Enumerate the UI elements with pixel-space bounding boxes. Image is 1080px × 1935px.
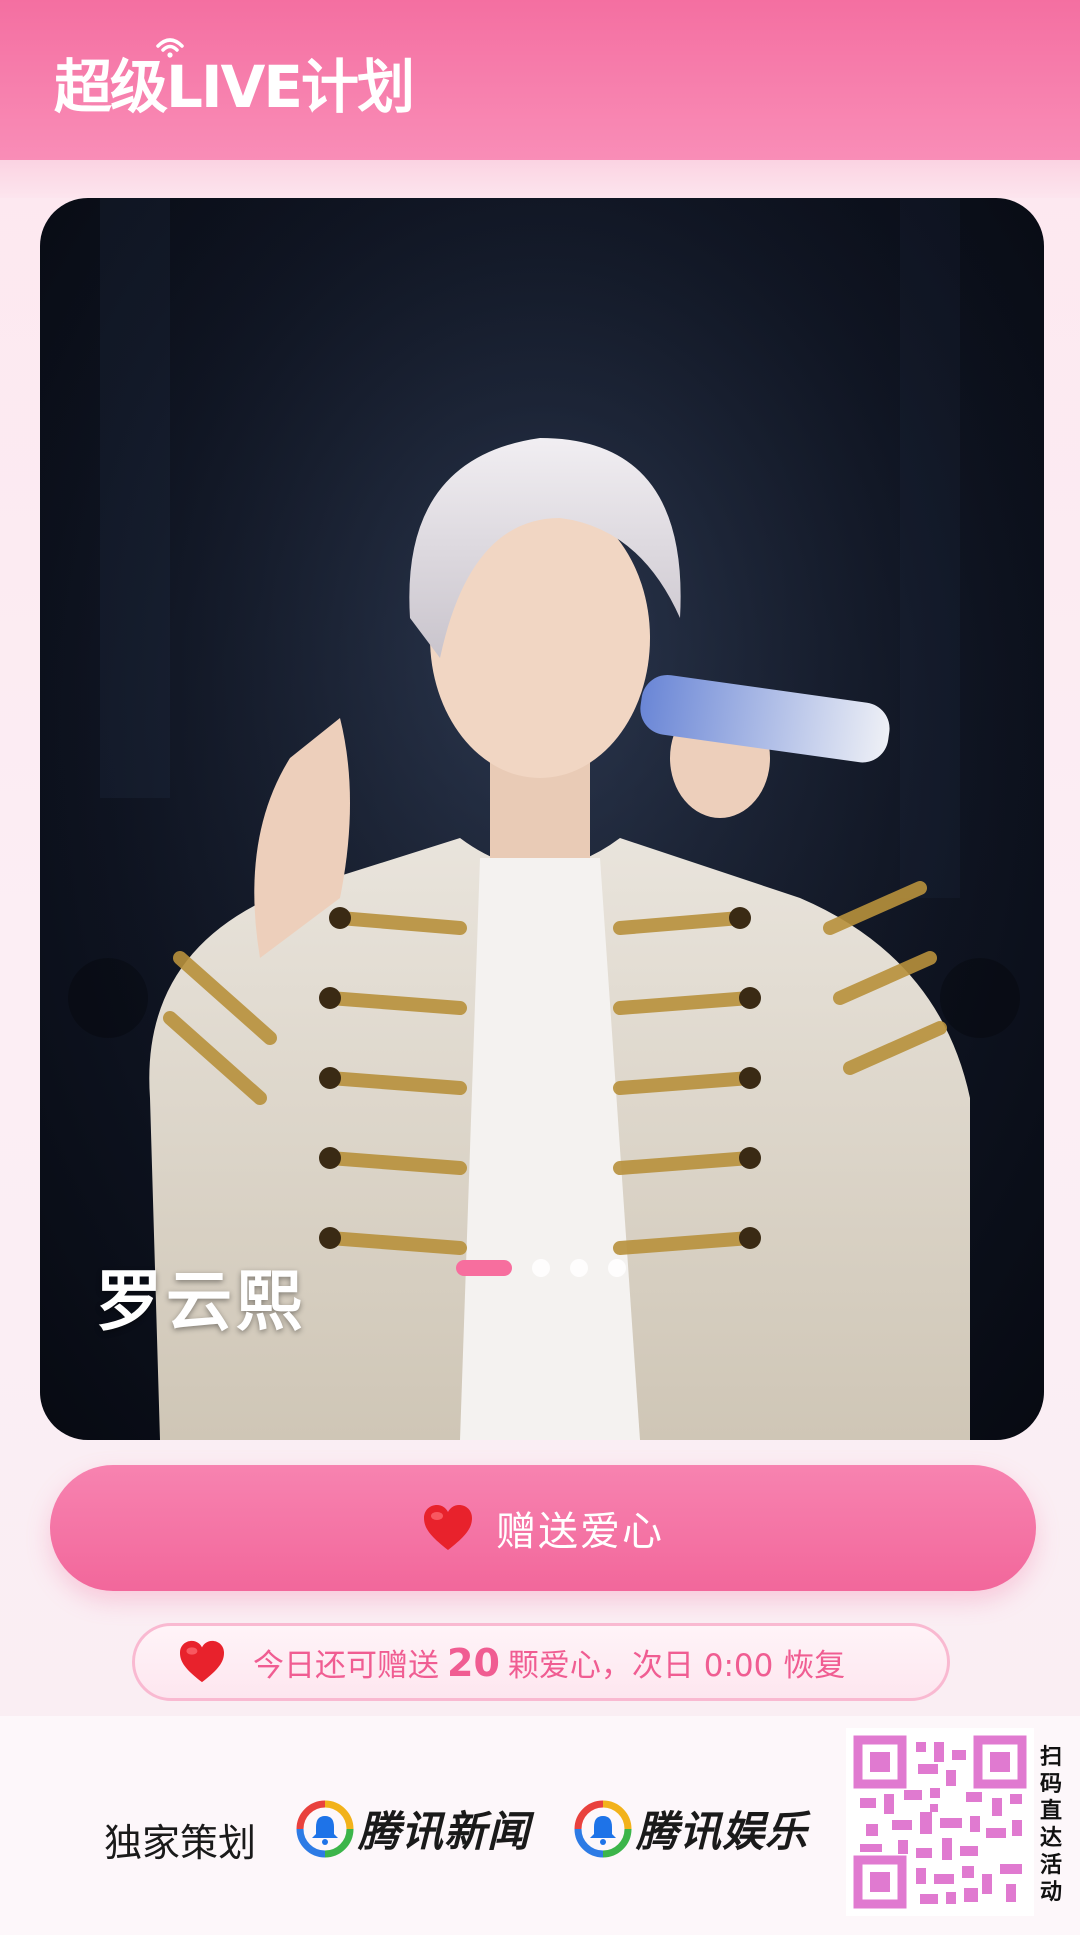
header-divider [0,160,1080,198]
artist-name: 罗云熙 [96,1263,306,1340]
carousel-dot[interactable] [608,1259,626,1277]
daily-quota-notice: 今日还可赠送 20 颗爱心，次日 0:00 恢复 [132,1623,950,1701]
sponsor-label: 独家策划 [104,1821,257,1865]
brand-title: 超级LIVE计划 [54,53,415,121]
footer: 独家策划 腾讯新闻 腾讯娱乐 扫码直达活动 [0,1716,1080,1935]
qr-code[interactable] [846,1728,1034,1916]
artist-photo[interactable]: 罗云熙 [40,198,1044,1440]
heart-icon [424,1505,472,1550]
quota-text: 今日还可赠送 20 颗爱心，次日 0:00 恢复 [253,1640,845,1685]
tencent-ent-logo: 腾讯娱乐 [574,1798,808,1859]
tencent-bell-logo [296,1800,354,1857]
give-love-label: 赠送爱心 [496,1509,664,1555]
scan-to-activity-label: 扫码直达活动 [1040,1745,1063,1905]
header-bar: 超级LIVE计划 [0,0,1080,160]
heart-icon [180,1640,224,1683]
quota-count: 20 [447,1640,500,1685]
carousel-next-button[interactable] [940,958,1020,1038]
carousel-dot[interactable] [532,1259,550,1277]
tencent-news-logo: 腾讯新闻 [296,1798,530,1859]
carousel-dot[interactable] [456,1260,512,1276]
tencent-bell-logo [574,1800,632,1857]
quota-suffix: 颗爱心，次日 0:00 恢复 [507,1647,846,1684]
carousel-indicator [456,1258,626,1278]
carousel-prev-button[interactable] [68,958,148,1038]
carousel-dot[interactable] [570,1259,588,1277]
quota-prefix: 今日还可赠送 [253,1647,439,1684]
give-love-button[interactable]: 赠送爱心 [50,1465,1036,1591]
tencent-ent-text: 腾讯娱乐 [636,1807,809,1856]
tencent-news-text: 腾讯新闻 [358,1807,531,1856]
